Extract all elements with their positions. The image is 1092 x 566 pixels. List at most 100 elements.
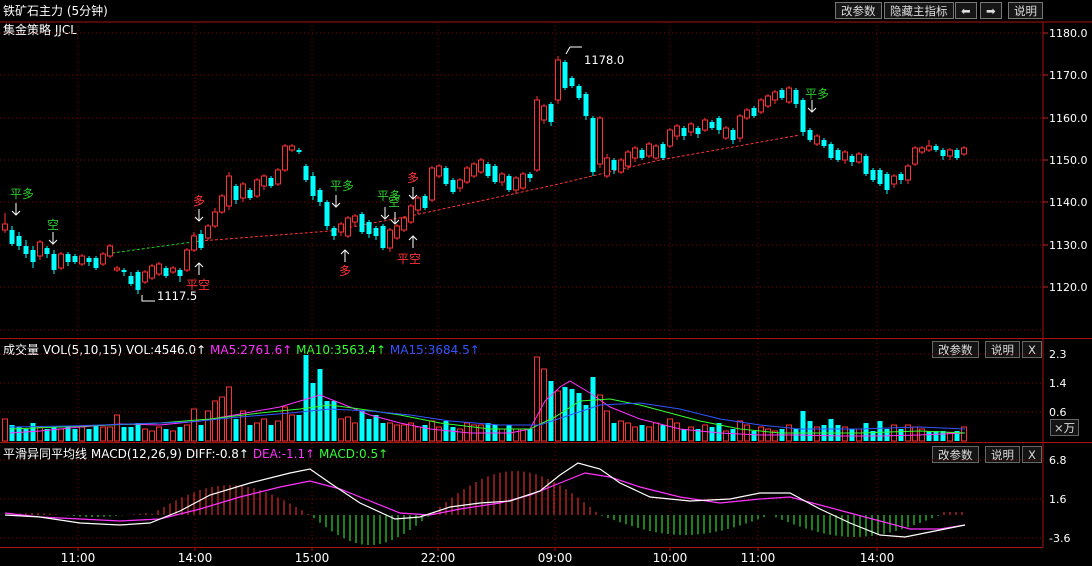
volume-bar: [184, 424, 190, 442]
price-pane[interactable]: 铁矿石主力 (5分钟) 集金策略 JJCL 改参数 隐藏主指标 ⬅ ➡ 说明 1…: [0, 0, 1092, 340]
volume-bar: [436, 426, 442, 442]
candle-body: [184, 249, 190, 271]
volume-pane[interactable]: 成交量 VOL(5,10,15) VOL:4546.0↑ MA5:2761.6↑…: [0, 339, 1092, 443]
time-axis-svg: 11:00 14:00 15:00 22:00 09:00 10:00 11:0…: [0, 547, 1043, 565]
volume-bar: [576, 393, 582, 441]
candle-body: [499, 173, 505, 183]
candle-body: [366, 222, 372, 234]
volume-bar: [268, 425, 274, 441]
volume-bar: [107, 426, 113, 442]
candle-body: [2, 223, 8, 231]
candle-body: [268, 178, 274, 186]
candle-body: [744, 109, 750, 119]
candle-body: [72, 256, 78, 262]
candle-body: [247, 190, 253, 198]
candle-body: [884, 174, 890, 190]
volume-bar: [247, 425, 253, 441]
volume-bar: [198, 425, 204, 441]
candle-body: [597, 117, 603, 165]
candle-body: [415, 197, 421, 211]
time-axis: 11:00 14:00 15:00 22:00 09:00 10:00 11:0…: [0, 547, 1092, 566]
candle-body: [709, 122, 715, 128]
candle-body: [674, 125, 680, 137]
price-axis-label: 1120.0: [1049, 281, 1088, 294]
candle-body: [65, 254, 71, 262]
candle-body: [317, 190, 323, 202]
candle-body: [590, 118, 596, 172]
volume-bar: [863, 423, 869, 441]
down-arrow-icon: [807, 100, 817, 113]
candle-body: [79, 255, 85, 265]
macd-chart[interactable]: 6.8 1.6 -3.6: [0, 443, 1092, 547]
candle-body: [821, 140, 827, 146]
candle-body: [86, 258, 92, 262]
candle-body: [632, 147, 638, 159]
volume-bar: [429, 420, 435, 442]
volume-bar: [597, 394, 603, 442]
candle-body: [933, 146, 939, 150]
candle-body: [226, 175, 232, 207]
candle-body: [373, 228, 379, 236]
time-label: 11:00: [741, 551, 776, 565]
candle-body: [688, 123, 694, 133]
up-arrow-icon: [340, 249, 350, 262]
candle-body: [870, 170, 876, 180]
macd-grid: [0, 443, 1043, 547]
candle-body: [436, 165, 442, 177]
signal-label-close-long: 平多: [330, 179, 354, 193]
candle-body: [667, 129, 673, 147]
candle-body: [807, 130, 813, 140]
volume-bar: [415, 426, 421, 442]
candle-body: [891, 175, 897, 185]
candle-body: [9, 230, 15, 244]
candle-body: [625, 151, 631, 167]
candle-body: [261, 175, 267, 187]
candle-body: [387, 229, 393, 249]
candle-body: [93, 258, 99, 268]
candle-body: [23, 246, 29, 254]
candle-body: [422, 196, 428, 208]
macd-pane[interactable]: 平滑异同平均线 MACD(12,26,9) DIFF:-0.8↑ DEA:-1.…: [0, 443, 1092, 547]
candlestick-chart[interactable]: 1180.0 1170.0 1160.0 1150.0 1140.0 1130.…: [0, 0, 1092, 340]
candle-body: [513, 177, 519, 191]
volume-bar: [744, 424, 750, 442]
candle-body: [51, 254, 57, 270]
volume-bar: [604, 410, 610, 442]
volume-unit-button[interactable]: ×万: [1050, 419, 1080, 436]
signal-label-close-long: 平多: [805, 87, 829, 101]
volume-bar: [303, 355, 309, 441]
price-axis-ticks: [1043, 32, 1048, 288]
volume-bar: [114, 414, 120, 442]
volume-bar: [121, 427, 127, 441]
candle-body: [730, 130, 736, 140]
candle-body: [814, 135, 820, 145]
volume-bar: [674, 422, 680, 442]
candle-body: [961, 147, 967, 155]
candle-body: [58, 253, 64, 269]
volume-bar: [639, 425, 645, 441]
candle-body: [800, 100, 806, 132]
volume-bar: [65, 427, 71, 441]
candle-body: [233, 186, 239, 200]
macd-axis-labels: 6.8 1.6 -3.6: [1049, 454, 1070, 545]
candle-body: [828, 144, 834, 158]
time-label: 15:00: [295, 551, 330, 565]
volume-bar: [282, 406, 288, 442]
candle-body: [37, 241, 43, 257]
volume-bar: [625, 422, 631, 442]
candle-body: [842, 151, 848, 161]
volume-bar: [513, 428, 519, 442]
candle-body: [751, 108, 757, 116]
signal-label-close-long: 平多: [10, 187, 34, 201]
volume-chart[interactable]: 2.3 1.4 0.6: [0, 339, 1092, 443]
signal-label-long: 多: [193, 194, 205, 208]
candle-body: [506, 176, 512, 190]
volume-bar: [541, 368, 547, 442]
volume-bar: [933, 431, 939, 441]
volume-bar: [345, 416, 351, 442]
candle-body: [156, 263, 162, 275]
candle-body: [520, 173, 526, 189]
candle-body: [240, 183, 246, 199]
volume-bar: [807, 421, 813, 441]
volume-bar: [58, 428, 64, 442]
